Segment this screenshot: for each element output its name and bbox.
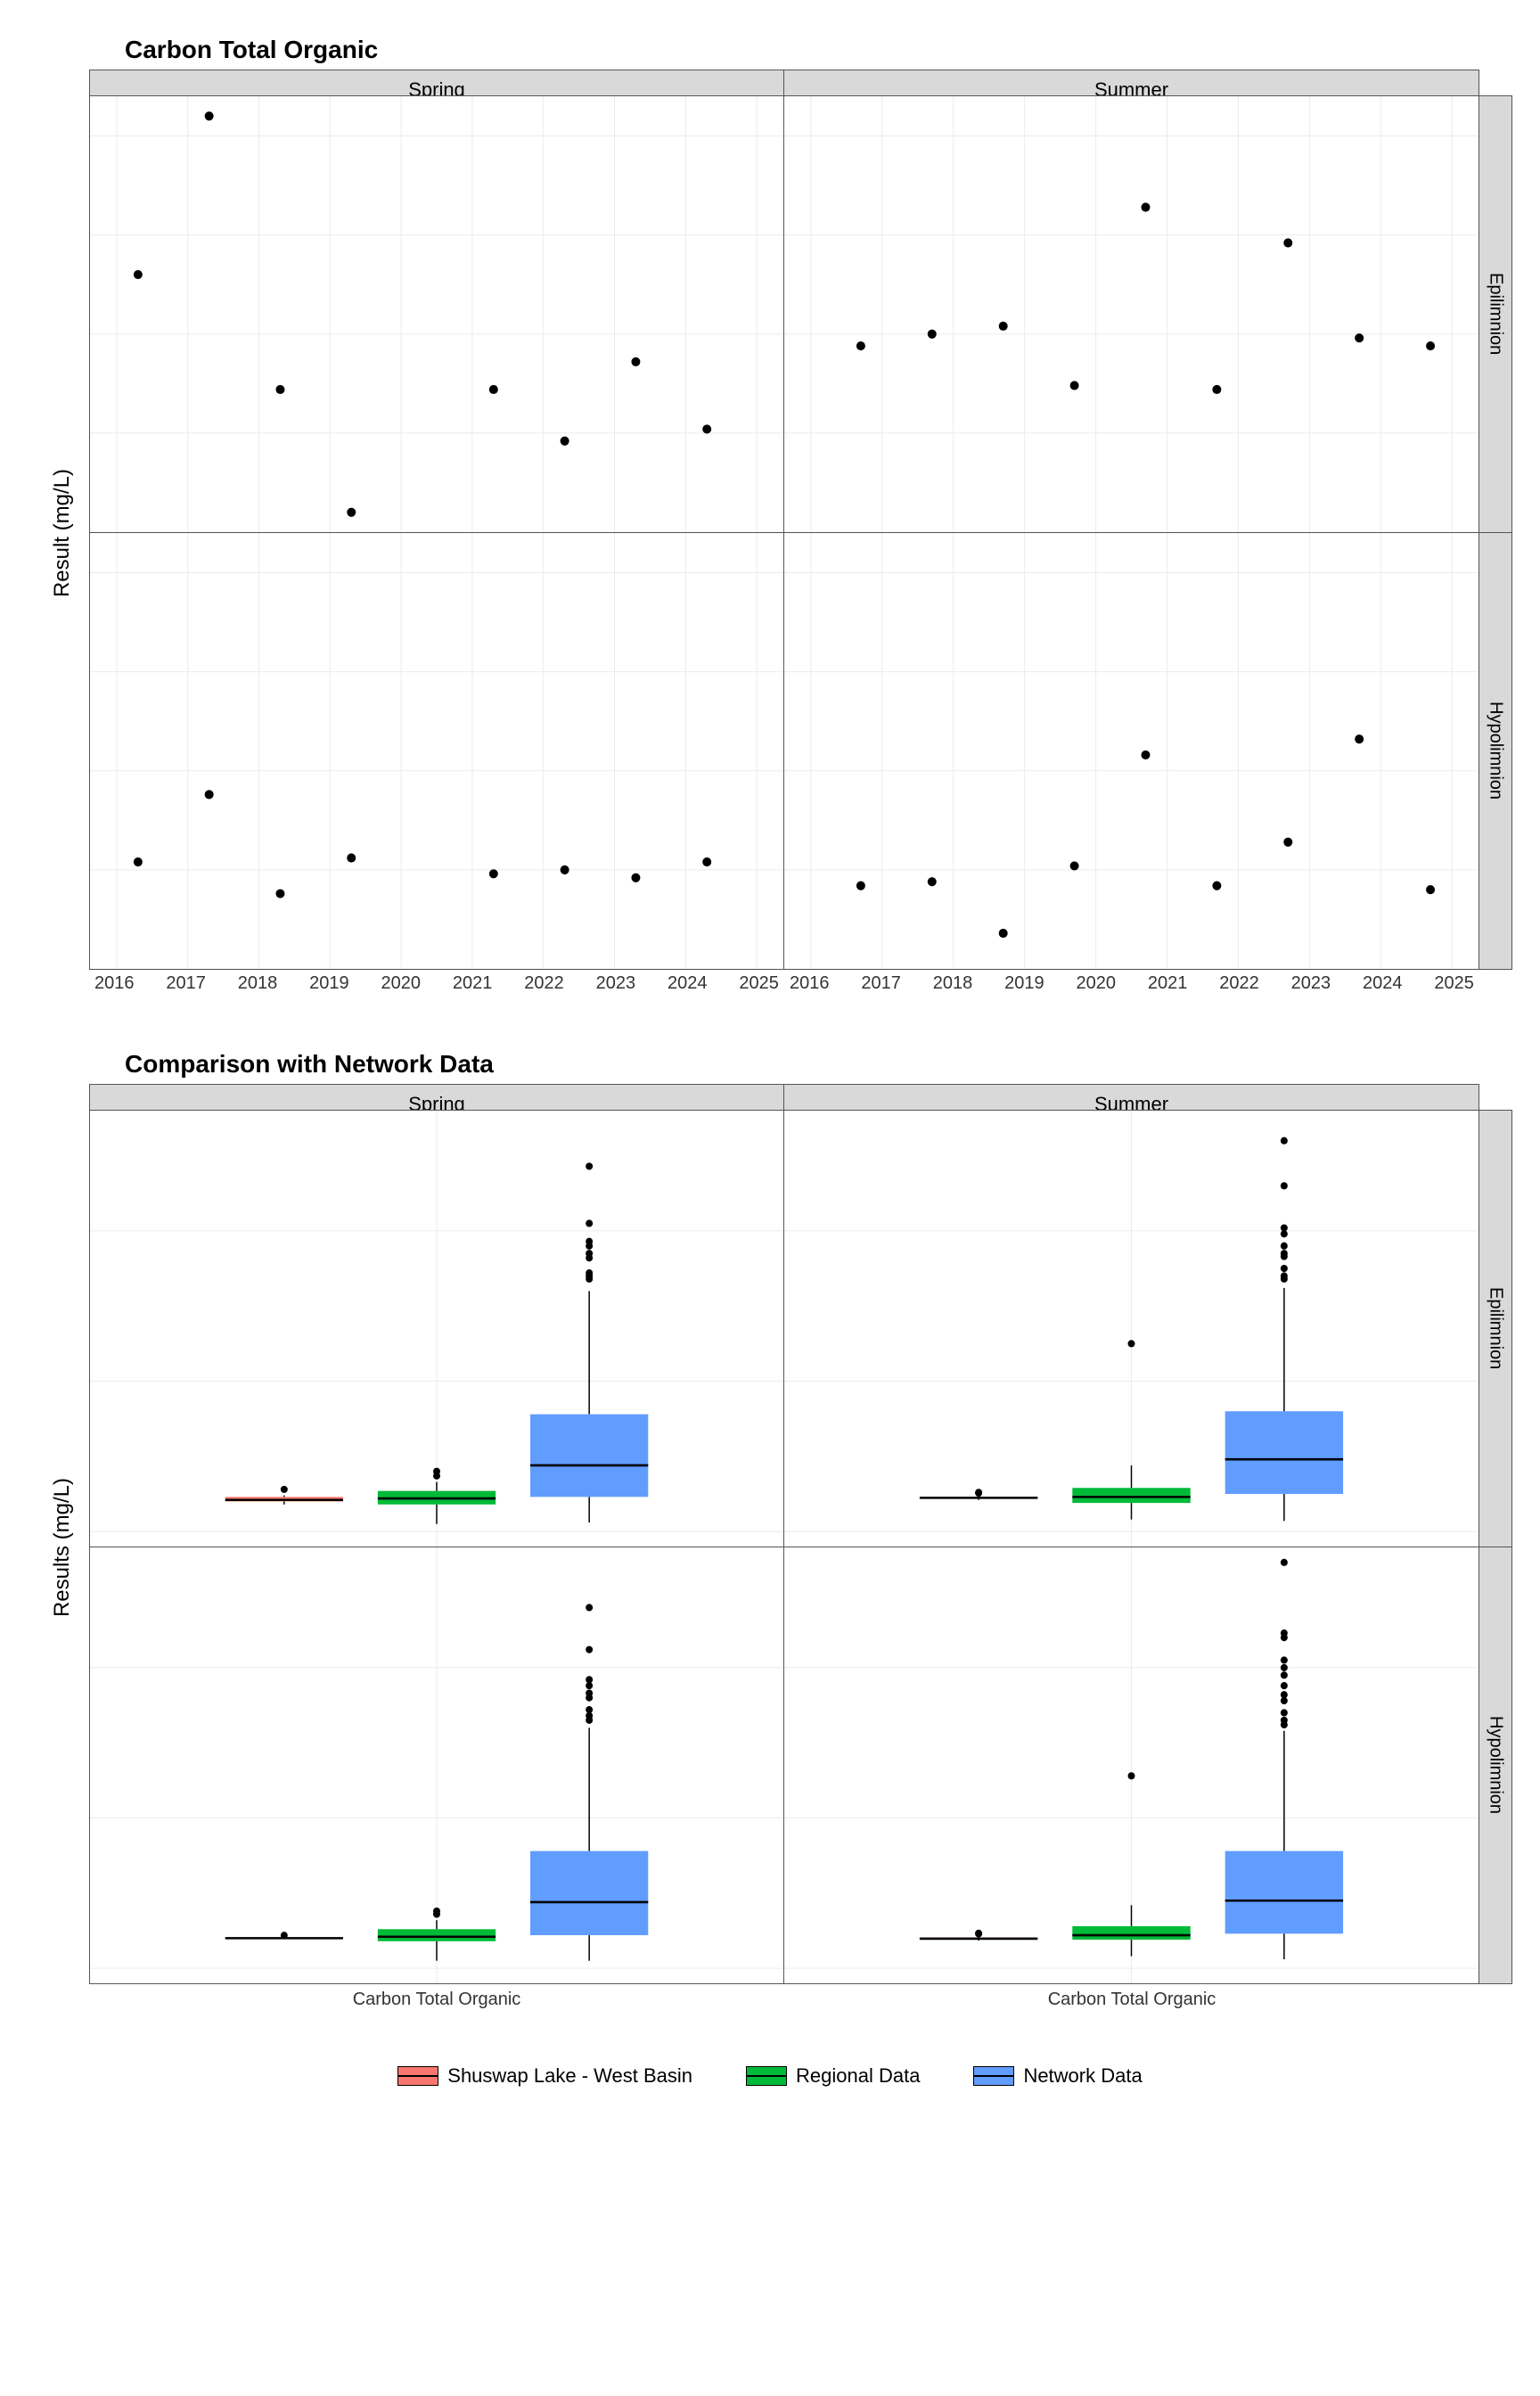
panel2-spring-hypo: 01020 [89, 1547, 784, 1984]
legend-item-network: Network Data [973, 2064, 1142, 2088]
legend: Shuswap Lake - West Basin Regional Data … [36, 2064, 1504, 2088]
facet-row-epi: Epilimnion [1479, 95, 1512, 533]
chart2-title: Comparison with Network Data [125, 1050, 1504, 1079]
facet2-row-epi: Epilimnion [1479, 1110, 1512, 1547]
legend-item-regional: Regional Data [746, 2064, 920, 2088]
facet-row-hypo: Hypolimnion [1479, 532, 1512, 970]
panel2-summer-epi [783, 1110, 1479, 1547]
chart2-ylabel: Results (mg/L) [50, 1478, 75, 1617]
panel-summer-epi [783, 95, 1479, 533]
panel-summer-hypo [783, 532, 1479, 970]
legend-item-shuswap: Shuswap Lake - West Basin [397, 2064, 692, 2088]
chart1-xaxis-right: 2016201720182019202020212022202320242025 [784, 970, 1479, 994]
panel2-spring-epi: 01020 [89, 1110, 784, 1547]
chart2-xaxis-right: Carbon Total Organic [784, 1984, 1479, 2010]
panel-spring-hypo: 1.752.002.252.502.75 [89, 532, 784, 970]
legend-swatch-blue [973, 2066, 1014, 2086]
legend-label-network: Network Data [1023, 2064, 1142, 2088]
chart1-ylabel: Result (mg/L) [50, 469, 75, 597]
legend-label-regional: Regional Data [796, 2064, 920, 2088]
chart1-xaxis-left: 2016201720182019202020212022202320242025 [89, 970, 784, 994]
legend-swatch-green [746, 2066, 787, 2086]
panel-spring-epi: 1.752.002.252.502.75 [89, 95, 784, 533]
facet2-row-hypo: Hypolimnion [1479, 1547, 1512, 1984]
legend-swatch-red [397, 2066, 438, 2086]
chart1-title: Carbon Total Organic [125, 36, 1504, 64]
chart2-xaxis-left: Carbon Total Organic [89, 1984, 784, 2010]
legend-label-shuswap: Shuswap Lake - West Basin [447, 2064, 692, 2088]
panel2-summer-hypo [783, 1547, 1479, 1984]
